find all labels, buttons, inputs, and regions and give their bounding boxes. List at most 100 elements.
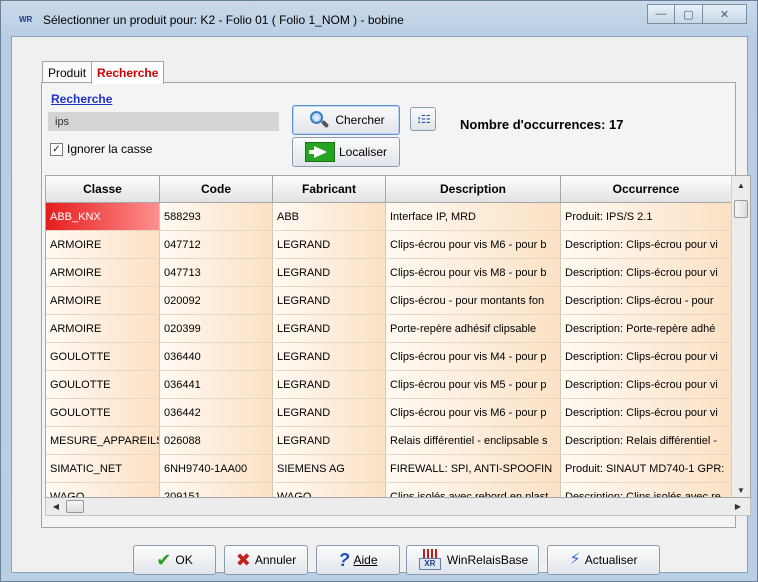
scroll-up-arrow-icon[interactable]: ▲ (732, 176, 750, 194)
cell-code[interactable]: 588293 (160, 203, 273, 230)
cell-occurrence[interactable]: Description: Clips-écrou pour vi (561, 343, 732, 370)
locate-button[interactable]: Localiser (292, 137, 400, 167)
cell-classe[interactable]: SIMATIC_NET (46, 455, 160, 482)
horizontal-scroll-thumb[interactable] (66, 500, 84, 513)
cell-code[interactable]: 020399 (160, 315, 273, 342)
table-row[interactable]: WAGO 209151 WAGO Clips isolés avec rebord e… (46, 483, 732, 497)
search-input[interactable] (48, 112, 279, 131)
winrelaisbase-button[interactable]: XR WinRelaisBase (406, 545, 539, 575)
cell-classe[interactable]: WAGO (46, 483, 160, 497)
cell-description[interactable]: Clips-écrou pour vis M5 - pour p (386, 371, 561, 398)
cell-occurrence[interactable]: Description: Clips-écrou pour vi (561, 259, 732, 286)
close-button[interactable]: ✕ (703, 4, 747, 24)
cell-fabricant[interactable]: LEGRAND (273, 259, 386, 286)
table-row[interactable]: MESURE_APPAREILS 026088 LEGRAND Relais diff… (46, 427, 732, 455)
cell-code[interactable]: 6NH9740-1AA00 (160, 455, 273, 482)
cell-classe[interactable]: ARMOIRE (46, 315, 160, 342)
tab-recherche[interactable]: Recherche (91, 61, 165, 84)
cell-classe[interactable]: ARMOIRE (46, 231, 160, 258)
cell-description[interactable]: Relais différentiel - enclipsable s (386, 427, 561, 454)
search-button-label: Chercher (335, 113, 385, 127)
cell-description[interactable]: Clips-écrou pour vis M4 - pour p (386, 343, 561, 370)
sort-button[interactable]: ↕☷ (410, 107, 436, 131)
cell-occurrence[interactable]: Produit: IPS/S 2.1 (561, 203, 732, 230)
table-row[interactable]: GOULOTTE 036441 LEGRAND Clips-écrou pour vi… (46, 371, 732, 399)
cell-classe[interactable]: GOULOTTE (46, 371, 160, 398)
table-row[interactable]: ABB_KNX 588293 ABB Interface IP, MRD Produit… (46, 203, 732, 231)
cell-description[interactable]: Clips isolés avec rebord en plast (386, 483, 561, 497)
cell-description[interactable]: Porte-repère adhésif clipsable (386, 315, 561, 342)
vertical-scrollbar[interactable]: ▲ ▼ (731, 176, 750, 497)
ignore-case-checkbox[interactable]: ✓ (50, 142, 63, 156)
cell-fabricant[interactable]: LEGRAND (273, 343, 386, 370)
title-bar[interactable]: WR Sélectionner un produit pour: K2 - Fo… (1, 1, 757, 35)
cell-fabricant[interactable]: ABB (273, 203, 386, 230)
cancel-button[interactable]: ✖ Annuler (224, 545, 308, 575)
cell-occurrence[interactable]: Produit: SINAUT MD740-1 GPR: (561, 455, 732, 482)
cell-fabricant[interactable]: LEGRAND (273, 231, 386, 258)
cell-occurrence[interactable]: Description: Clips-écrou pour vi (561, 399, 732, 426)
column-header-classe[interactable]: Classe (46, 176, 160, 202)
vertical-scroll-thumb[interactable] (734, 200, 748, 218)
search-button[interactable]: Chercher (292, 105, 400, 135)
cell-description[interactable]: Clips-écrou - pour montants fon (386, 287, 561, 314)
cell-fabricant[interactable]: LEGRAND (273, 427, 386, 454)
cell-fabricant[interactable]: LEGRAND (273, 315, 386, 342)
table-row[interactable]: ARMOIRE 047713 LEGRAND Clips-écrou pour vis… (46, 259, 732, 287)
cell-code[interactable]: 020092 (160, 287, 273, 314)
cell-fabricant[interactable]: LEGRAND (273, 371, 386, 398)
table-row[interactable]: ARMOIRE 020399 LEGRAND Porte-repère adhésif… (46, 315, 732, 343)
cell-code[interactable]: 036440 (160, 343, 273, 370)
cell-occurrence[interactable]: Description: Relais différentiel - (561, 427, 732, 454)
ok-button[interactable]: ✔ OK (133, 545, 216, 575)
column-header-code[interactable]: Code (160, 176, 273, 202)
help-button-label: Aide (353, 553, 378, 567)
cell-fabricant[interactable]: LEGRAND (273, 399, 386, 426)
tab-produit[interactable]: Produit (42, 61, 93, 83)
cell-occurrence[interactable]: Description: Clips-écrou pour vi (561, 371, 732, 398)
cell-classe[interactable]: ABB_KNX (46, 203, 160, 230)
cell-occurrence[interactable]: Description: Porte-repère adhé (561, 315, 732, 342)
maximize-button[interactable]: ▢ (675, 4, 703, 24)
cell-classe[interactable]: ARMOIRE (46, 287, 160, 314)
cell-description[interactable]: FIREWALL: SPI, ANTI-SPOOFIN (386, 455, 561, 482)
help-button[interactable]: ? Aide (316, 545, 400, 575)
horizontal-scrollbar[interactable]: ◀ ▶ (45, 498, 751, 516)
search-section-title: Recherche (51, 92, 113, 106)
cell-code[interactable]: 047713 (160, 259, 273, 286)
table-row[interactable]: SIMATIC_NET 6NH9740-1AA00 SIEMENS AG FIREWA… (46, 455, 732, 483)
cell-occurrence[interactable]: Description: Clips-écrou - pour (561, 287, 732, 314)
cell-code[interactable]: 036442 (160, 399, 273, 426)
scroll-down-arrow-icon[interactable]: ▼ (732, 481, 750, 497)
cell-classe[interactable]: GOULOTTE (46, 343, 160, 370)
table-row[interactable]: GOULOTTE 036442 LEGRAND Clips-écrou pour vi… (46, 399, 732, 427)
cell-description[interactable]: Clips-écrou pour vis M6 - pour b (386, 231, 561, 258)
cell-code[interactable]: 036441 (160, 371, 273, 398)
cell-classe[interactable]: MESURE_APPAREILS (46, 427, 160, 454)
table-row[interactable]: ARMOIRE 020092 LEGRAND Clips-écrou - pour m… (46, 287, 732, 315)
cell-description[interactable]: Interface IP, MRD (386, 203, 561, 230)
minimize-button[interactable]: — (647, 4, 675, 24)
scroll-left-arrow-icon[interactable]: ◀ (48, 498, 64, 515)
cell-code[interactable]: 209151 (160, 483, 273, 497)
cell-description[interactable]: Clips-écrou pour vis M8 - pour b (386, 259, 561, 286)
cell-classe[interactable]: ARMOIRE (46, 259, 160, 286)
cell-classe[interactable]: GOULOTTE (46, 399, 160, 426)
cell-occurrence[interactable]: Description: Clips-écrou pour vi (561, 231, 732, 258)
table-row[interactable]: GOULOTTE 036440 LEGRAND Clips-écrou pour vi… (46, 343, 732, 371)
results-grid[interactable]: Classe Code Fabricant Description Occurr… (45, 175, 751, 498)
cell-fabricant[interactable]: LEGRAND (273, 287, 386, 314)
cell-occurrence[interactable]: Description: Clips isolés avec re (561, 483, 732, 497)
cell-fabricant[interactable]: WAGO (273, 483, 386, 497)
cell-code[interactable]: 047712 (160, 231, 273, 258)
column-header-occurrence[interactable]: Occurrence (561, 176, 732, 202)
column-header-description[interactable]: Description (386, 176, 561, 202)
cell-description[interactable]: Clips-écrou pour vis M6 - pour p (386, 399, 561, 426)
cell-code[interactable]: 026088 (160, 427, 273, 454)
cell-fabricant[interactable]: SIEMENS AG (273, 455, 386, 482)
table-row[interactable]: ARMOIRE 047712 LEGRAND Clips-écrou pour vis… (46, 231, 732, 259)
column-header-fabricant[interactable]: Fabricant (273, 176, 386, 202)
scroll-right-arrow-icon[interactable]: ▶ (730, 498, 746, 515)
update-button[interactable]: ⚡ Actualiser (547, 545, 660, 575)
ignore-case-option[interactable]: ✓ Ignorer la casse (50, 142, 152, 156)
